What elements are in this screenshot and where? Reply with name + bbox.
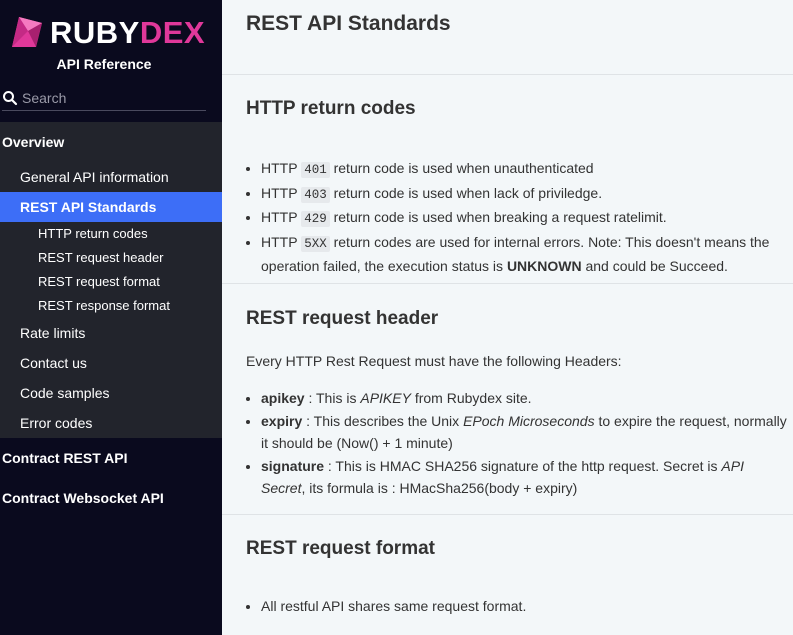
sidebar-item-contract-rest-api[interactable]: Contract REST API [0,440,222,476]
list-item: signature : This is HMAC SHA256 signatur… [261,455,791,500]
list-item: HTTP 429 return code is used when breaki… [261,206,791,231]
list-item: apikey : This is APIKEY from Rubydex sit… [261,387,791,410]
request-format-list: All restful API shares same request form… [246,595,791,618]
sidebar-item-rest-response-format[interactable]: REST response format [0,294,222,318]
search-box [2,86,206,111]
sidebar-item-rest-request-header[interactable]: REST request header [0,246,222,270]
logo-ruby-text: RUBY [50,14,140,50]
list-item: HTTP 5XX return codes are used for inter… [261,231,791,278]
page-title: REST API Standards [246,12,451,35]
sidebar-item-rest-request-format[interactable]: REST request format [0,270,222,294]
sidebar-item-contract-websocket-api[interactable]: Contract Websocket API [0,480,222,516]
section-heading-rest-request-format: REST request format [246,538,435,559]
ruby-gem-icon [12,17,42,47]
code-429: 429 [301,211,330,227]
sidebar-item-http-return-codes[interactable]: HTTP return codes [0,222,222,246]
sidebar: RUBYDEX API Reference Overview General A… [0,0,222,635]
logo-dex-text: DEX [139,14,206,50]
sidebar-item-overview[interactable]: Overview [0,122,222,162]
http-codes-list: HTTP 401 return code is used when unauth… [246,157,791,278]
list-item: HTTP 403 return code is used when lack o… [261,182,791,207]
code-401: 401 [301,162,330,178]
list-item: expiry : This describes the Unix EPoch M… [261,410,791,455]
search-input[interactable] [22,90,202,106]
request-header-list: apikey : This is APIKEY from Rubydex sit… [246,387,791,500]
divider [222,74,793,75]
sidebar-item-contact-us[interactable]: Contact us [0,348,222,378]
sidebar-item-general-api-information[interactable]: General API information [0,162,222,192]
divider [222,283,793,284]
list-item: HTTP 401 return code is used when unauth… [261,157,791,182]
sidebar-item-code-samples[interactable]: Code samples [0,378,222,408]
sidebar-item-rest-api-standards[interactable]: REST API Standards [0,192,222,222]
list-item: All restful API shares same request form… [261,595,791,618]
main-content: REST API Standards HTTP return codes HTT… [222,0,793,635]
sidebar-item-error-codes[interactable]: Error codes [0,408,222,438]
logo[interactable]: RUBYDEX [10,14,205,50]
divider [222,514,793,515]
sidebar-subtitle: API Reference [56,56,152,72]
section-heading-http-return-codes: HTTP return codes [246,98,416,119]
code-403: 403 [301,186,330,203]
request-header-intro: Every HTTP Rest Request must have the fo… [246,353,622,369]
section-heading-rest-request-header: REST request header [246,308,439,329]
code-5xx: 5XX [301,235,330,252]
sidebar-item-rate-limits[interactable]: Rate limits [0,318,222,348]
search-icon [3,91,18,106]
